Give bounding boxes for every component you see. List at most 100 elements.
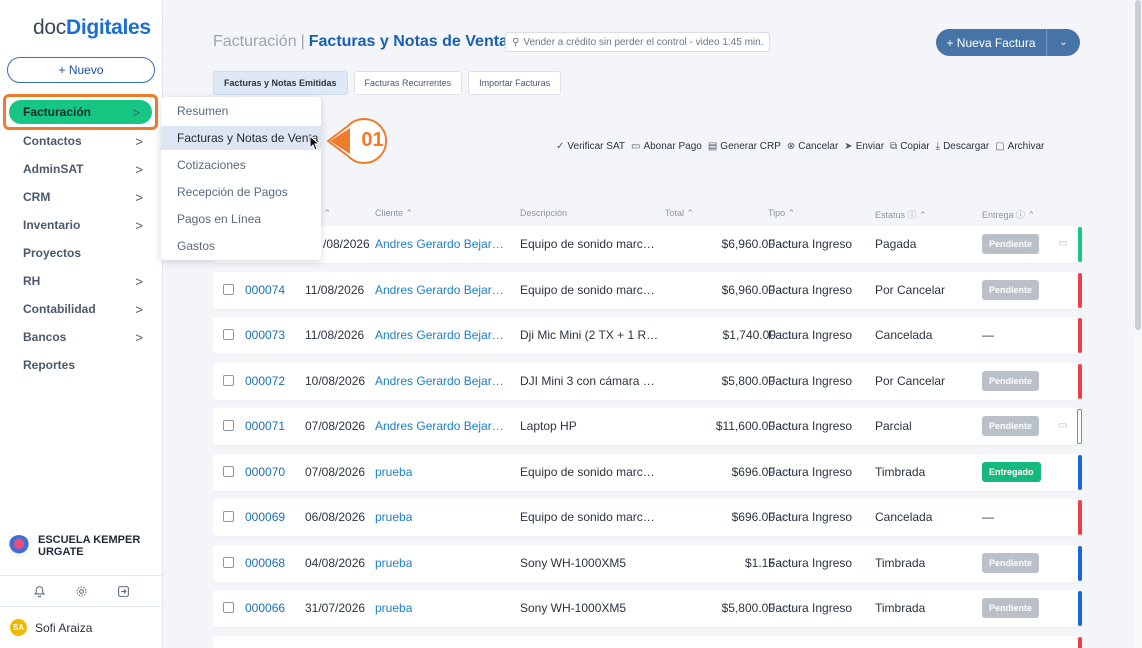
- column-header-cliente[interactable]: Cliente ⌃: [375, 208, 413, 219]
- cell-cliente[interactable]: prueba: [375, 556, 412, 570]
- table-row[interactable]: 000074 11/08/2026 Andres Gerardo Bejaran…: [213, 272, 1082, 309]
- cell-tipo: Factura Ingreso: [768, 328, 853, 342]
- sidebar-item-reportes[interactable]: Reportes: [23, 355, 143, 375]
- column-header-estatus[interactable]: Estatus ⓘ ⌃: [875, 208, 927, 221]
- row-checkbox[interactable]: [223, 284, 234, 295]
- cell-folio[interactable]: 000068: [245, 556, 285, 570]
- new-invoice-button[interactable]: + Nueva Factura: [936, 29, 1046, 56]
- sidebar-item-facturacion[interactable]: Facturación >: [9, 100, 152, 124]
- cell-cliente[interactable]: Andres Gerardo Bejarano ...: [375, 237, 509, 251]
- table-row[interactable]: /08/2026 Andres Gerardo Bejarano ... Equ…: [213, 226, 1082, 263]
- send-button[interactable]: ➤ Enviar: [844, 141, 884, 152]
- breadcrumb-section[interactable]: Facturación: [213, 33, 297, 50]
- table-row[interactable]: [213, 636, 1082, 648]
- table-row[interactable]: 000068 04/08/2026 prueba Sony WH-1000XM5…: [213, 545, 1082, 582]
- new-invoice-dropdown-button[interactable]: ⌄: [1046, 29, 1080, 56]
- cell-folio[interactable]: 000066: [245, 601, 285, 615]
- menu-item-pagos-linea[interactable]: Pagos en Línea: [161, 207, 321, 231]
- tab-recurrentes[interactable]: Facturas Recurrentes: [353, 71, 463, 95]
- column-header-entrega[interactable]: Entrega ⓘ ⌃: [982, 208, 1035, 221]
- menu-item-cotizaciones[interactable]: Cotizaciones: [161, 153, 321, 177]
- gear-icon[interactable]: [75, 585, 88, 598]
- cell-cliente[interactable]: prueba: [375, 601, 412, 615]
- user-profile[interactable]: SA Sofi Araiza: [10, 619, 92, 636]
- tab-emitidas[interactable]: Facturas y Notas Emitidas: [213, 71, 348, 95]
- row-checkbox[interactable]: [223, 602, 234, 613]
- column-header-total[interactable]: Total ⌃: [665, 208, 694, 219]
- row-checkbox[interactable]: [223, 511, 234, 522]
- status-badge[interactable]: Entregado: [982, 462, 1041, 482]
- sidebar-item-contactos[interactable]: Contactos >: [23, 131, 143, 151]
- menu-item-recepcion-pagos[interactable]: Recepción de Pagos: [161, 180, 321, 204]
- cell-estatus: Cancelada: [875, 328, 933, 342]
- sidebar-item-crm[interactable]: CRM >: [23, 187, 143, 207]
- cell-cliente[interactable]: Andres Gerardo Bejarano ...: [375, 283, 509, 297]
- avatar: SA: [10, 619, 27, 636]
- chevron-right-icon: >: [135, 301, 143, 317]
- cell-folio[interactable]: 000074: [245, 283, 285, 297]
- status-badge[interactable]: Pendiente: [982, 553, 1040, 573]
- generate-crp-button[interactable]: ▤ Generar CRP: [708, 141, 781, 152]
- status-badge[interactable]: Pendiente: [982, 234, 1040, 254]
- cell-estatus: Por Cancelar: [875, 374, 946, 388]
- scrollbar-thumb[interactable]: [1135, 0, 1141, 330]
- action-label: Descargar: [943, 141, 990, 152]
- sidebar-item-rh[interactable]: RH >: [23, 271, 143, 291]
- download-button[interactable]: ⤓ Descargar: [936, 141, 990, 152]
- payment-icon[interactable]: ▭: [1058, 420, 1067, 431]
- user-name: Sofi Araiza: [35, 620, 93, 635]
- help-video-link[interactable]: ⚲ Vender a crédito sin perder el control…: [505, 32, 771, 52]
- cell-folio[interactable]: 000069: [245, 510, 285, 524]
- vertical-scrollbar[interactable]: [1134, 0, 1142, 648]
- row-checkbox[interactable]: [223, 329, 234, 340]
- app-logo[interactable]: docDigitales: [33, 16, 151, 40]
- cancel-button[interactable]: ⊗ Cancelar: [787, 141, 838, 152]
- verify-sat-button[interactable]: ✓ Verificar SAT: [556, 141, 625, 152]
- organization-switcher[interactable]: ESCUELA KEMPER URGATE: [8, 534, 140, 558]
- archive-button[interactable]: ▢ Archivar: [995, 141, 1044, 152]
- payment-icon[interactable]: ▭: [1058, 238, 1067, 249]
- cell-folio[interactable]: 000071: [245, 419, 285, 433]
- sidebar-item-inventario[interactable]: Inventario >: [23, 215, 143, 235]
- menu-item-facturas-notas-venta[interactable]: Facturas y Notas de Venta: [161, 126, 321, 150]
- status-badge[interactable]: Pendiente: [982, 371, 1040, 391]
- cell-cliente[interactable]: Andres Gerardo Bejarano ...: [375, 328, 509, 342]
- copy-button[interactable]: ⧉ Copiar: [890, 141, 930, 152]
- menu-item-resumen[interactable]: Resumen: [161, 99, 321, 123]
- table-row[interactable]: 000066 31/07/2026 prueba Sony WH-1000XM5…: [213, 590, 1082, 627]
- sidebar-item-contabilidad[interactable]: Contabilidad >: [23, 299, 143, 319]
- sidebar-item-proyectos[interactable]: Proyectos: [23, 243, 143, 263]
- cell-folio[interactable]: 000072: [245, 374, 285, 388]
- cell-cliente[interactable]: prueba: [375, 465, 412, 479]
- status-badge[interactable]: Pendiente: [982, 598, 1040, 618]
- table-row[interactable]: 000069 06/08/2026 prueba Equipo de sonid…: [213, 499, 1082, 536]
- row-checkbox[interactable]: [223, 557, 234, 568]
- cell-folio[interactable]: 000073: [245, 328, 285, 342]
- step-callout-number: 01: [361, 128, 384, 151]
- column-header-tipo[interactable]: Tipo ⌃: [768, 208, 795, 219]
- new-button[interactable]: + Nuevo: [7, 57, 155, 83]
- row-checkbox[interactable]: [223, 420, 234, 431]
- chevron-right-icon: >: [135, 217, 143, 233]
- cell-folio[interactable]: 000070: [245, 465, 285, 479]
- register-payment-button[interactable]: ▭ Abonar Pago: [631, 141, 702, 152]
- bell-icon[interactable]: [33, 585, 46, 598]
- row-checkbox[interactable]: [223, 375, 234, 386]
- table-row[interactable]: 000070 07/08/2026 prueba Equipo de sonid…: [213, 454, 1082, 491]
- sidebar-item-adminsat[interactable]: AdminSAT >: [23, 159, 143, 179]
- table-row[interactable]: 000073 11/08/2026 Andres Gerardo Bejaran…: [213, 317, 1082, 354]
- row-checkbox[interactable]: [223, 466, 234, 477]
- logout-icon[interactable]: [117, 585, 130, 598]
- status-badge[interactable]: Pendiente: [982, 280, 1040, 300]
- menu-item-gastos[interactable]: Gastos: [161, 234, 321, 258]
- sidebar-item-bancos[interactable]: Bancos >: [23, 327, 143, 347]
- cell-cliente[interactable]: prueba: [375, 510, 412, 524]
- total-amount: $6,960.00: [721, 283, 775, 297]
- table-row[interactable]: 000071 07/08/2026 Andres Gerardo Bejaran…: [213, 408, 1082, 445]
- cell-cliente[interactable]: Andres Gerardo Bejarano ...: [375, 374, 509, 388]
- status-badge[interactable]: Pendiente: [982, 416, 1040, 436]
- cell-cliente[interactable]: Andres Gerardo Bejarano ...: [375, 419, 509, 433]
- table-row[interactable]: 000072 10/08/2026 Andres Gerardo Bejaran…: [213, 363, 1082, 400]
- cell-descripcion: Dji Mic Mini (2 TX + 1 RX ...: [520, 328, 660, 342]
- tab-importar[interactable]: Importar Facturas: [468, 71, 562, 95]
